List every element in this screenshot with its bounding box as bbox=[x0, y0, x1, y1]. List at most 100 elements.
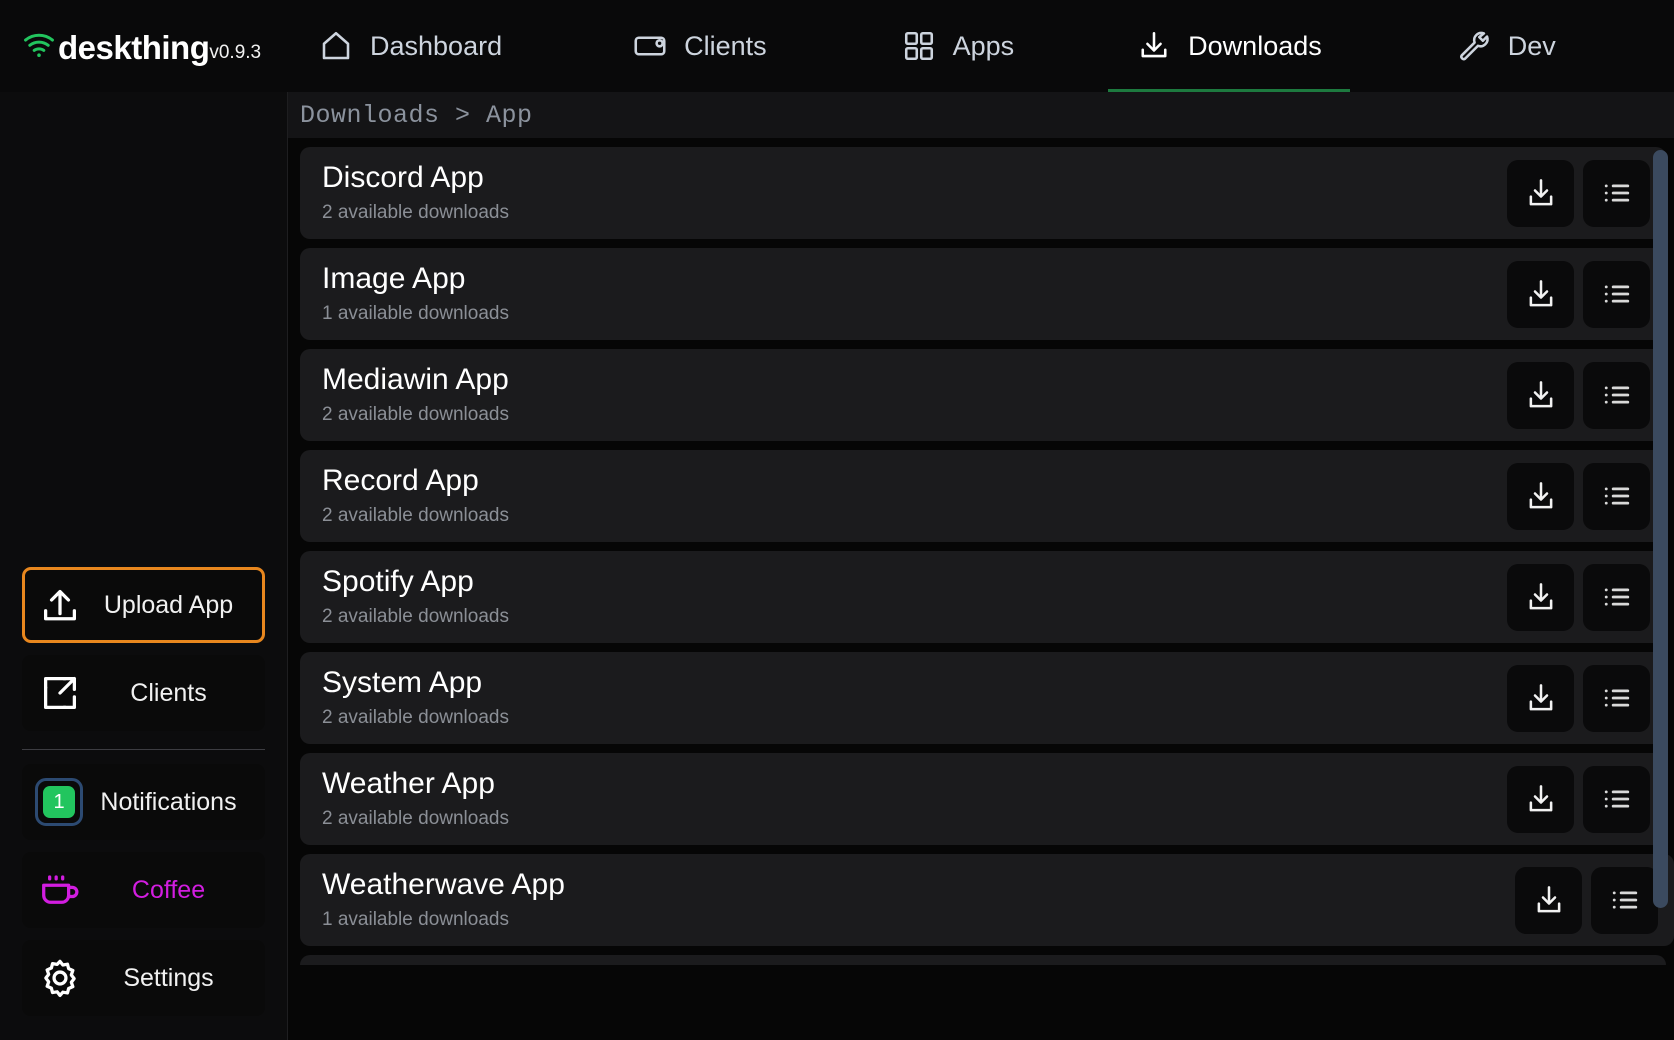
app-releases-button[interactable] bbox=[1583, 159, 1650, 227]
nav-tab-apps[interactable]: Apps bbox=[873, 0, 1043, 92]
download-app-button[interactable] bbox=[1507, 664, 1574, 732]
list-scrollbar[interactable] bbox=[1653, 150, 1668, 908]
app-releases-button[interactable] bbox=[1591, 866, 1658, 934]
app-window: deskthing v0.9.3 Dashboard Clients Apps … bbox=[0, 0, 1674, 1040]
app-title: Discord App bbox=[322, 161, 484, 195]
download-icon bbox=[1529, 684, 1552, 711]
app-list-item-partial[interactable] bbox=[300, 955, 1666, 965]
sidebar-divider bbox=[22, 749, 265, 750]
app-title: Mediawin App bbox=[322, 363, 509, 397]
sidebar-item-coffee-label: Coffee bbox=[131, 875, 206, 904]
download-app-button[interactable] bbox=[1507, 159, 1574, 227]
app-actions bbox=[1507, 664, 1666, 732]
app-releases-button[interactable] bbox=[1583, 462, 1650, 530]
app-subtitle: 2 available downloads bbox=[322, 807, 509, 829]
sidebar-item-upload-app[interactable]: Upload App bbox=[22, 567, 265, 643]
download-icon bbox=[1537, 886, 1560, 913]
app-info: Weather App 2 available downloads bbox=[300, 767, 1507, 829]
brand-logo: deskthing v0.9.3 bbox=[0, 28, 268, 64]
upload-icon bbox=[37, 582, 83, 628]
download-app-button[interactable] bbox=[1515, 866, 1582, 934]
app-list-item[interactable]: Spotify App 2 available downloads bbox=[300, 551, 1666, 643]
sidebar-item-settings[interactable]: Settings bbox=[22, 940, 265, 1016]
app-info: Record App 2 available downloads bbox=[300, 464, 1507, 526]
notification-count-badge: 1 bbox=[43, 786, 75, 818]
app-subtitle: 2 available downloads bbox=[322, 403, 509, 425]
coffee-icon bbox=[37, 867, 83, 913]
download-app-button[interactable] bbox=[1507, 361, 1574, 429]
sidebar-item-upload-app-label: Upload App bbox=[103, 590, 234, 619]
app-actions bbox=[1507, 260, 1666, 328]
download-icon bbox=[1529, 179, 1552, 206]
app-releases-button[interactable] bbox=[1583, 260, 1650, 328]
list-icon bbox=[1604, 386, 1629, 404]
home-icon bbox=[318, 28, 354, 64]
download-app-button[interactable] bbox=[1507, 765, 1574, 833]
app-info: Mediawin App 2 available downloads bbox=[300, 363, 1507, 425]
grid-icon bbox=[901, 28, 937, 64]
app-list-item[interactable]: Weatherwave App 1 available downloads bbox=[300, 854, 1674, 946]
list-icon bbox=[1604, 487, 1629, 505]
app-list-item[interactable]: Weather App 2 available downloads bbox=[300, 753, 1666, 845]
nav-tab-clients[interactable]: Clients bbox=[604, 0, 795, 92]
app-info: Spotify App 2 available downloads bbox=[300, 565, 1507, 627]
app-list-item[interactable]: Record App 2 available downloads bbox=[300, 450, 1666, 542]
app-info: System App 2 available downloads bbox=[300, 666, 1507, 728]
download-icon bbox=[1529, 280, 1552, 307]
device-tablet-icon bbox=[632, 28, 668, 64]
brand-name: deskthing bbox=[58, 29, 210, 66]
app-info: Image App 1 available downloads bbox=[300, 262, 1507, 324]
notification-badge-icon: 1 bbox=[35, 778, 83, 826]
app-releases-button[interactable] bbox=[1583, 765, 1650, 833]
main-content: Downloads > App Discord App 2 available … bbox=[288, 92, 1674, 1040]
download-icon bbox=[1529, 785, 1552, 812]
nav-tab-dev[interactable]: Dev bbox=[1428, 0, 1584, 92]
sidebar: Upload App Clients 1 Notifications Coffe… bbox=[0, 92, 288, 1040]
downloads-list: Discord App 2 available downloads Image … bbox=[288, 138, 1674, 1040]
nav-items: Dashboard Clients Apps Downloads Dev bbox=[268, 0, 1674, 92]
app-subtitle: 2 available downloads bbox=[322, 504, 509, 526]
download-app-button[interactable] bbox=[1507, 462, 1574, 530]
nav-tab-apps-label: Apps bbox=[952, 30, 1015, 61]
list-icon bbox=[1604, 184, 1629, 202]
download-app-button[interactable] bbox=[1507, 563, 1574, 631]
download-icon bbox=[1136, 28, 1172, 64]
app-subtitle: 2 available downloads bbox=[322, 706, 509, 728]
sidebar-item-clients[interactable]: Clients bbox=[22, 655, 265, 731]
app-actions bbox=[1507, 765, 1666, 833]
sidebar-item-notifications-label: Notifications bbox=[100, 787, 237, 816]
app-list-item[interactable]: Image App 1 available downloads bbox=[300, 248, 1666, 340]
nav-tab-downloads-label: Downloads bbox=[1188, 30, 1322, 61]
nav-tab-clients-label: Clients bbox=[684, 30, 767, 61]
app-title: System App bbox=[322, 666, 483, 700]
download-icon bbox=[1529, 381, 1552, 408]
app-list-item[interactable]: Discord App 2 available downloads bbox=[300, 147, 1666, 239]
app-info: Discord App 2 available downloads bbox=[300, 161, 1507, 223]
app-releases-button[interactable] bbox=[1583, 664, 1650, 732]
app-releases-button[interactable] bbox=[1583, 361, 1650, 429]
sidebar-item-notifications[interactable]: 1 Notifications bbox=[22, 764, 265, 840]
list-icon bbox=[1604, 285, 1629, 303]
list-icon bbox=[1604, 790, 1629, 808]
nav-tab-downloads[interactable]: Downloads bbox=[1108, 0, 1350, 92]
app-title: Record App bbox=[322, 464, 479, 498]
app-actions bbox=[1515, 866, 1674, 934]
app-subtitle: 1 available downloads bbox=[322, 302, 509, 324]
sidebar-item-coffee[interactable]: Coffee bbox=[22, 852, 265, 928]
brand-version: v0.9.3 bbox=[209, 42, 262, 63]
scrollbar-thumb[interactable] bbox=[1653, 150, 1668, 908]
download-app-button[interactable] bbox=[1507, 260, 1574, 328]
app-list-item[interactable]: Mediawin App 2 available downloads bbox=[300, 349, 1666, 441]
app-title: Weatherwave App bbox=[322, 868, 565, 902]
download-icon bbox=[1529, 583, 1552, 610]
nav-tab-dashboard[interactable]: Dashboard bbox=[290, 0, 530, 92]
top-navigation-bar: deskthing v0.9.3 Dashboard Clients Apps … bbox=[0, 0, 1674, 92]
app-list-item[interactable]: System App 2 available downloads bbox=[300, 652, 1666, 744]
app-releases-button[interactable] bbox=[1583, 563, 1650, 631]
app-subtitle: 2 available downloads bbox=[322, 201, 509, 223]
app-title: Weather App bbox=[322, 767, 495, 801]
sidebar-item-clients-label: Clients bbox=[130, 678, 207, 707]
app-title: Image App bbox=[322, 262, 466, 296]
breadcrumb[interactable]: Downloads > App bbox=[300, 101, 533, 130]
download-icon bbox=[1529, 482, 1552, 509]
